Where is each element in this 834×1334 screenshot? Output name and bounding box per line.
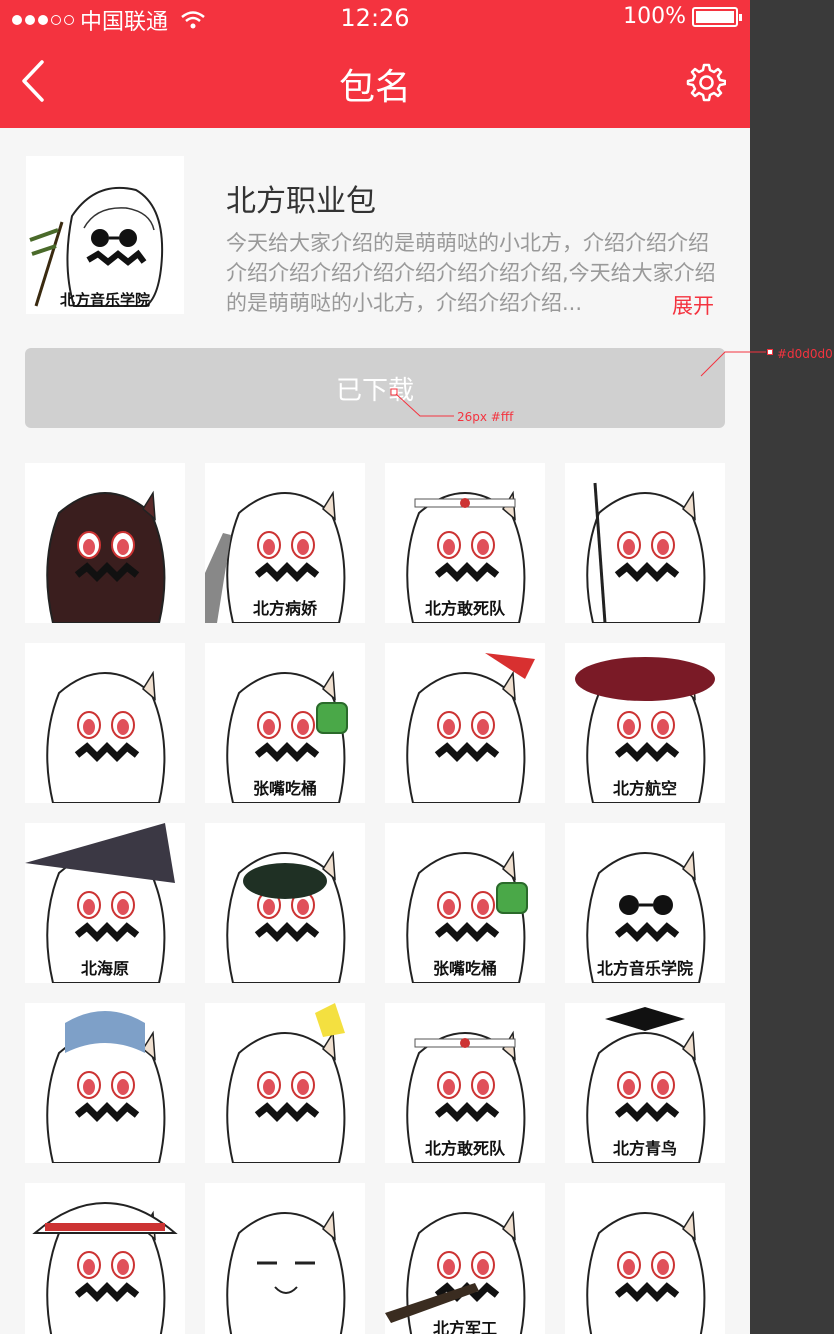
text-spec-annotation: 26px #fff — [457, 410, 514, 424]
annotation-lines — [390, 351, 766, 417]
